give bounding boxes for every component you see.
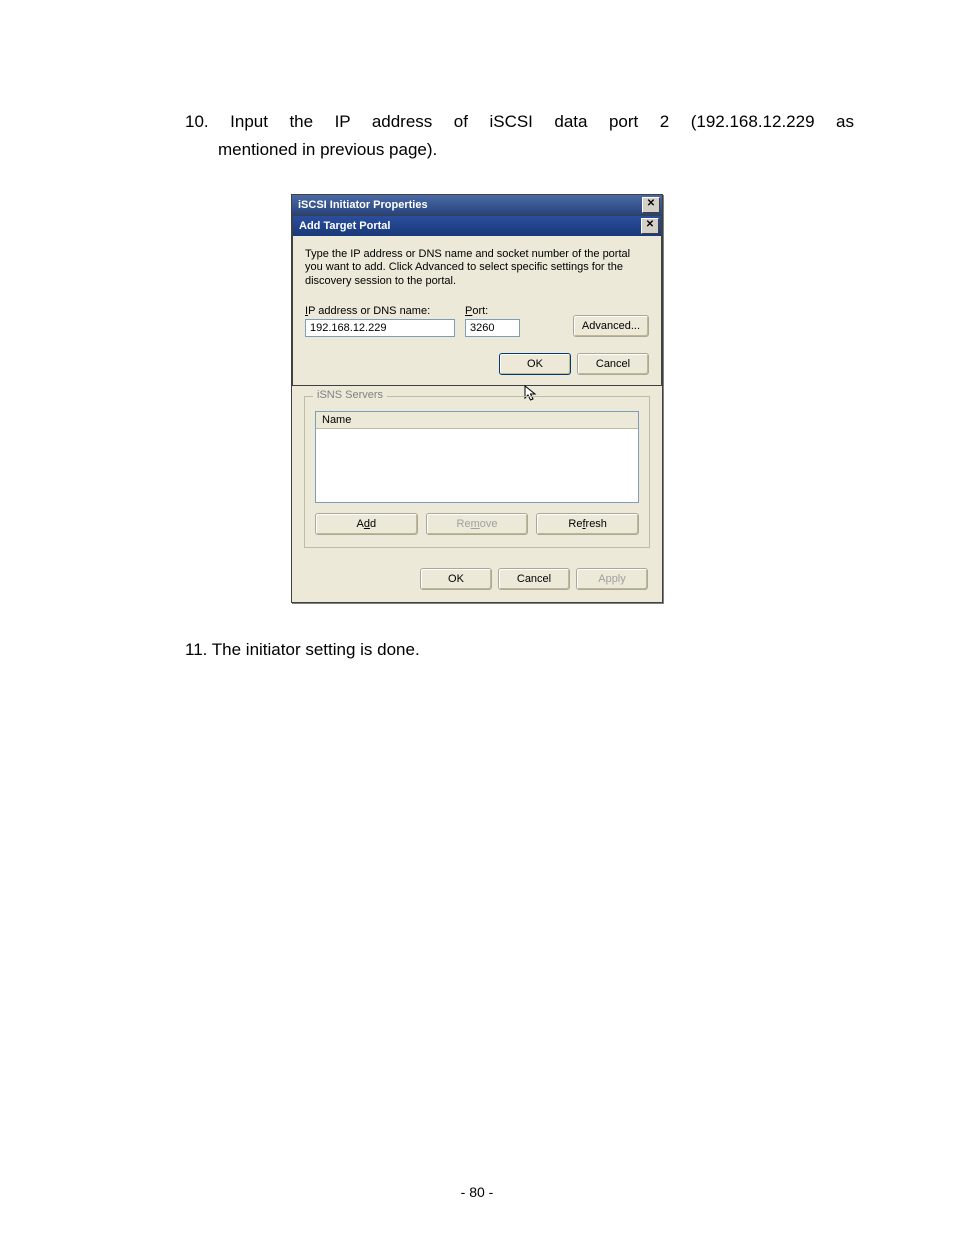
ip-input[interactable] bbox=[305, 319, 455, 337]
isns-servers-group: iSNS Servers Name Add Remove Refresh bbox=[304, 396, 650, 548]
add-button[interactable]: Add bbox=[315, 513, 418, 535]
isns-listbox[interactable]: Name bbox=[315, 411, 639, 503]
modal-title-text: Add Target Portal bbox=[299, 220, 390, 232]
step-10-line-1: 10. Input the IP address of iSCSI data p… bbox=[100, 110, 854, 134]
page-number: - 80 - bbox=[0, 1184, 954, 1200]
isns-legend: iSNS Servers bbox=[313, 389, 387, 401]
step-11: 11. The initiator setting is done. bbox=[100, 638, 854, 662]
refresh-button[interactable]: Refresh bbox=[536, 513, 639, 535]
isns-name-header: Name bbox=[316, 412, 638, 429]
step-10-line-2: mentioned in previous page). bbox=[100, 138, 854, 162]
iscsi-initiator-properties-window: iSCSI Initiator Properties ✕ Add Target … bbox=[291, 194, 663, 603]
add-target-portal-dialog: Add Target Portal ✕ Type the IP address … bbox=[292, 215, 662, 386]
outer-titlebar: iSCSI Initiator Properties ✕ bbox=[292, 195, 662, 215]
screenshot: iSCSI Initiator Properties ✕ Add Target … bbox=[291, 194, 663, 603]
advanced-button[interactable]: Advanced... bbox=[573, 315, 649, 337]
cancel-button[interactable]: Cancel bbox=[577, 353, 649, 375]
port-input[interactable] bbox=[465, 319, 520, 337]
remove-button: Remove bbox=[426, 513, 529, 535]
outer-cancel-button[interactable]: Cancel bbox=[498, 568, 570, 590]
ok-button[interactable]: OK bbox=[499, 353, 571, 375]
outer-title-text: iSCSI Initiator Properties bbox=[298, 199, 428, 211]
outer-apply-button: Apply bbox=[576, 568, 648, 590]
close-icon[interactable]: ✕ bbox=[642, 197, 660, 213]
modal-description: Type the IP address or DNS name and sock… bbox=[305, 248, 649, 289]
ip-label: IP address or DNS name: bbox=[305, 305, 455, 317]
outer-ok-button[interactable]: OK bbox=[420, 568, 492, 590]
modal-titlebar: Add Target Portal ✕ bbox=[293, 216, 661, 236]
port-label: Port: bbox=[465, 305, 520, 317]
close-icon[interactable]: ✕ bbox=[641, 218, 659, 234]
